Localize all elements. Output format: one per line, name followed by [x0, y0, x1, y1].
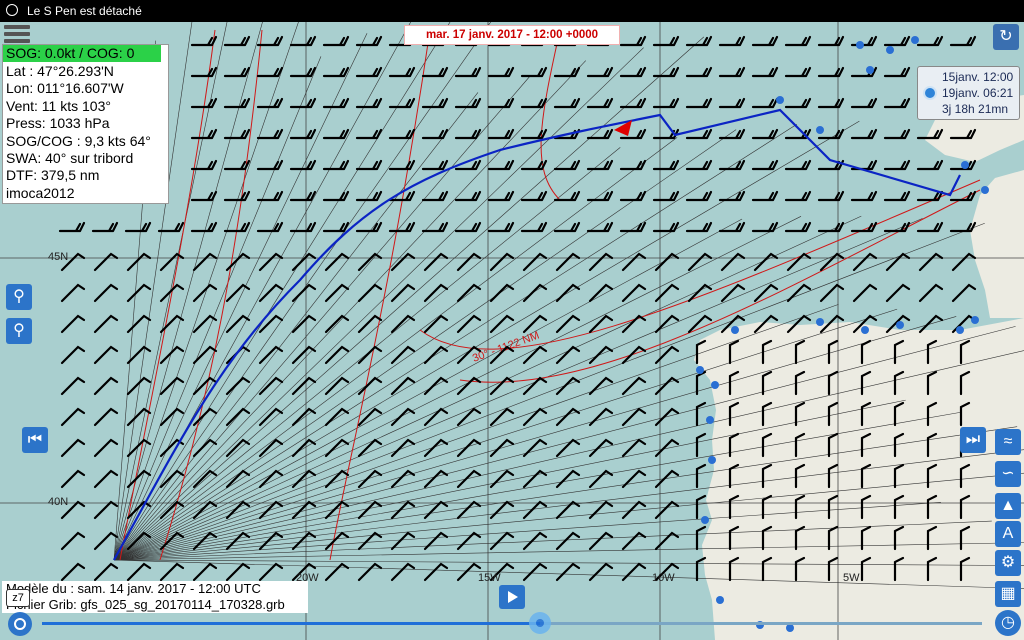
grib-file: Fichier Grib: gfs_025_sg_20170114_170328… — [6, 597, 285, 612]
duration: 3j 18h 21mn — [942, 102, 1009, 116]
time-panel[interactable]: 15janv. 12:00 19janv. 06:21 3j 18h 21mn — [917, 66, 1020, 120]
start-time: 15janv. 12:00 — [942, 70, 1014, 84]
sync-icon[interactable]: ↻ — [993, 24, 1019, 50]
swa-value: SWA: 40° sur tribord — [6, 150, 134, 167]
date-banner: mar. 17 janv. 2017 - 12:00 +0000 — [404, 25, 620, 45]
sog-header: SOG: 0.0kt / COG: 0 — [3, 45, 161, 62]
timeline-fill — [42, 622, 541, 625]
land-iberia — [694, 318, 1024, 640]
eta-time: 19janv. 06:21 — [942, 86, 1014, 100]
lon-label-15: 15W — [478, 572, 501, 584]
zoom-level: z7 — [6, 589, 30, 607]
status-bar: Le S Pen est détaché — [0, 0, 1024, 22]
lon-label-5: 5W — [843, 572, 860, 584]
layers-icon[interactable]: ≈ — [995, 429, 1021, 455]
eta-radio[interactable] — [923, 86, 937, 100]
compass-icon[interactable]: A — [995, 521, 1021, 547]
lon-label-10: 10W — [652, 572, 675, 584]
lon-value: Lon: 011°16.607'W — [6, 80, 124, 97]
compass-status-icon — [6, 4, 18, 16]
model-date: Modèle du : sam. 14 janv. 2017 - 12:00 U… — [6, 581, 261, 596]
skip-forward-icon[interactable]: ⏭ — [960, 427, 986, 453]
settings-icon[interactable]: ⚙ — [995, 550, 1021, 576]
lat-label-40: 40N — [48, 496, 69, 508]
wind-value: Vent: 11 kts 103° — [6, 97, 111, 114]
model-info: Modèle du : sam. 14 janv. 2017 - 12:00 U… — [2, 581, 308, 613]
boat-icon[interactable]: ▲ — [995, 493, 1021, 519]
dtf-value: DTF: 379,5 nm — [6, 167, 100, 184]
status-text: Le S Pen est détaché — [27, 4, 142, 18]
clock-icon[interactable]: ◷ — [995, 610, 1021, 636]
info-panel: SOG: 0.0kt / COG: 0 Lat : 47°26.293'N Lo… — [2, 44, 169, 204]
play-button[interactable] — [499, 585, 525, 609]
sog-cog-value: SOG/COG : 9,3 kts 64° — [6, 132, 151, 149]
lat-label-45: 45N — [48, 251, 69, 263]
zoom-out-icon[interactable]: ⚲ — [6, 318, 32, 344]
menu-icon[interactable] — [4, 25, 30, 45]
zoom-in-icon[interactable]: ⚲ — [6, 284, 32, 310]
grid-icon[interactable]: ▦ — [995, 581, 1021, 607]
boat-name: imoca2012 — [6, 184, 75, 201]
route-icon[interactable]: ∽ — [995, 461, 1021, 487]
pressure-value: Press: 1033 hPa — [6, 115, 110, 132]
target-icon[interactable] — [8, 612, 32, 636]
lat-value: Lat : 47°26.293'N — [6, 63, 114, 79]
skip-back-icon[interactable]: ⏮ — [22, 427, 48, 453]
